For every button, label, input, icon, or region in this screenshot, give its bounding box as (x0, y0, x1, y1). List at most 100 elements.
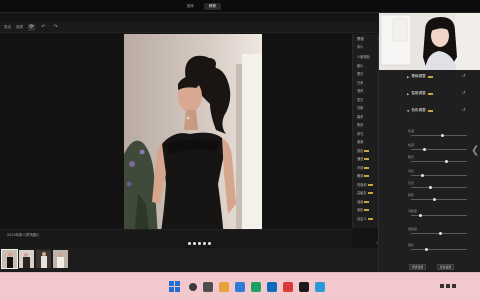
reset-icon[interactable]: ↺ (462, 107, 465, 112)
adjust-slider[interactable] (411, 174, 467, 177)
preset-item[interactable]: 森系 (357, 114, 363, 119)
mode-tabs: 图库 精修 (182, 3, 221, 10)
preset-item[interactable]: 黑白 (357, 71, 363, 76)
pro-badge (364, 158, 370, 160)
pro-badge (427, 92, 433, 95)
title-bar: 图库 精修 (0, 0, 480, 13)
page-dot[interactable] (198, 242, 201, 245)
collapse-panel-icon[interactable]: ❮ (471, 145, 479, 156)
reset-icon[interactable]: ↺ (462, 73, 465, 78)
thumbnail[interactable] (19, 250, 34, 268)
undo-icon[interactable]: ↶ (40, 24, 47, 31)
preset-item[interactable]: 复古 (357, 97, 363, 102)
slider-label: 饱和度 (408, 227, 418, 231)
page-dots (188, 242, 211, 245)
slider-knob[interactable] (441, 134, 444, 137)
slider-label: 阴影 (408, 193, 415, 197)
sync-settings-button[interactable]: 同步设置 (409, 264, 427, 270)
export-menu[interactable]: 导出 (4, 25, 11, 30)
slider-label: 色温 (408, 129, 415, 133)
slider-label: 高光 (408, 181, 415, 185)
adjust-slider[interactable] (411, 160, 467, 163)
page-dot[interactable] (188, 242, 191, 245)
redo-icon[interactable]: ↷ (52, 24, 59, 31)
adjust-slider[interactable] (411, 148, 467, 151)
preset-item[interactable]: 暖调 (357, 173, 370, 178)
slider-knob[interactable] (425, 248, 428, 251)
tab-library[interactable]: 图库 (182, 3, 199, 10)
reset-icon[interactable]: ↺ (462, 90, 465, 95)
page-dot[interactable] (203, 242, 206, 245)
preset-item[interactable]: 清新 (357, 105, 363, 110)
section-basic[interactable]: ▶ 基础调整 (407, 74, 433, 79)
slider-knob[interactable] (433, 198, 436, 201)
os-taskbar (0, 272, 480, 300)
preset-item[interactable]: 日系 (357, 80, 363, 85)
section-color[interactable]: ▼ 色彩调整 (407, 108, 433, 113)
slider-knob[interactable] (445, 160, 448, 163)
preset-item[interactable]: 冷调 (357, 165, 370, 170)
page-dot[interactable] (208, 242, 211, 245)
slider-knob[interactable] (419, 214, 422, 217)
slider-label: 清晰度 (408, 209, 418, 213)
pro-badge (364, 149, 370, 152)
preset-item[interactable]: 低饱和 (357, 182, 373, 187)
slider-knob[interactable] (423, 148, 426, 151)
slider-label: 锐化 (408, 243, 415, 247)
thumbnail[interactable] (1, 249, 18, 269)
preset-item[interactable]: 通透 (357, 156, 370, 161)
preset-item[interactable]: 风光 (357, 131, 363, 136)
pro-badge (427, 75, 433, 78)
preset-item[interactable]: 夜景 (357, 122, 363, 127)
thumbnail[interactable] (36, 250, 51, 268)
toolbar: 导出 选项 ⟳ ↶ ↷ (0, 22, 378, 33)
system-tray[interactable] (440, 282, 460, 293)
presets-panel: 预设 原片 人像调色胶片黑白日系港风复古清新森系夜景风光美食肤色通透冷调暖调低饱… (352, 34, 378, 228)
page-dot[interactable] (193, 242, 196, 245)
slider-knob[interactable] (421, 174, 424, 177)
adjust-slider[interactable] (411, 186, 467, 189)
pro-badge (367, 217, 373, 220)
preset-item[interactable]: 人像调色 (357, 54, 370, 59)
preset-item[interactable]: 高级灰 (357, 190, 373, 195)
expand-icon: ▼ (407, 108, 410, 113)
rotate-icon[interactable]: ⟳ (28, 23, 35, 31)
slider-knob[interactable] (429, 186, 432, 189)
preset-item[interactable]: 油画 (357, 199, 370, 204)
preset-item[interactable]: 美食 (357, 139, 363, 144)
pro-badge (364, 166, 370, 169)
pro-badge (367, 183, 373, 186)
preset-item[interactable]: 胶片 (357, 63, 363, 68)
adjust-slider[interactable] (411, 198, 467, 201)
portrait-photo[interactable] (124, 34, 262, 238)
preset-item[interactable]: 港风 (357, 88, 363, 93)
slider-label: 色调 (408, 143, 415, 147)
thumbnail[interactable] (53, 250, 68, 268)
preset-item[interactable]: 自定义 (357, 216, 373, 221)
photo-canvas: ⤢ (0, 34, 352, 262)
pro-badge (364, 209, 370, 211)
filmstrip-bar: 2023年新人秀场图片 (0, 229, 352, 247)
options-menu[interactable]: 选项 (16, 25, 23, 30)
webcam-overlay (379, 13, 480, 70)
slider-label: 曝光 (408, 155, 415, 159)
adjust-slider[interactable] (411, 214, 467, 217)
adjust-slider[interactable] (411, 134, 467, 137)
presets-original[interactable]: 原片 (357, 44, 363, 49)
pro-badge (364, 200, 370, 203)
pro-badge (367, 192, 373, 194)
pro-badge (364, 175, 370, 177)
expand-icon: ▶ (407, 91, 410, 96)
adjust-slider[interactable] (411, 248, 467, 251)
slider-knob[interactable] (439, 232, 442, 235)
adjust-slider[interactable] (411, 232, 467, 235)
preset-item[interactable]: 肤色 (357, 148, 370, 153)
presets-header: 预设 (357, 37, 364, 41)
pro-badge (427, 109, 433, 112)
preset-item[interactable]: 电影 (357, 207, 370, 212)
section-smart[interactable]: ▶ 智能调整 (407, 91, 433, 96)
tab-develop[interactable]: 精修 (204, 3, 221, 10)
folder-name: 2023年新人秀场图片 (7, 233, 40, 237)
reset-settings-button[interactable]: 复位设置 (437, 264, 455, 270)
expand-icon: ▶ (407, 74, 410, 79)
